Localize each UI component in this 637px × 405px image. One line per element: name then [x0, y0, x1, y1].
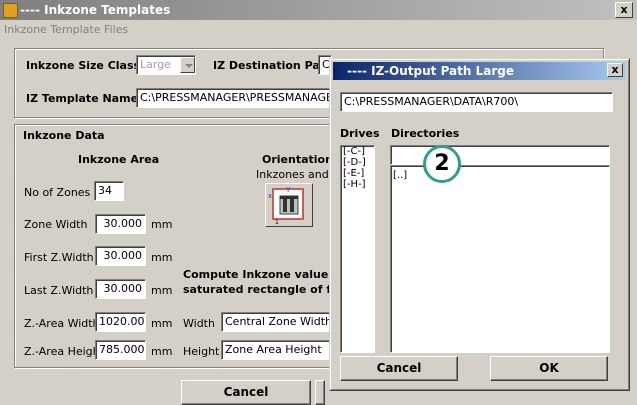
window-title: ---- Inkzone Templates	[20, 3, 171, 17]
app-icon	[3, 3, 18, 18]
dialog-close-button[interactable]: x	[607, 63, 623, 77]
no-of-zones-label: No of Zones	[24, 186, 91, 199]
dialog-ok-label: OK	[539, 361, 559, 375]
orientation-icon: x Y 1	[268, 186, 304, 226]
svg-text:Y: Y	[285, 186, 291, 194]
last-zone-width-field[interactable]: 30.000	[95, 279, 146, 299]
first-zone-width-label: First Z.Width	[24, 251, 94, 264]
zone-width-label: Zone Width	[24, 218, 88, 231]
compute-height-select[interactable]: Zone Area Height	[221, 340, 331, 360]
directories-list[interactable]: [..]	[390, 165, 610, 353]
inkzone-area-label: Inkzone Area	[78, 153, 160, 166]
drive-item-c[interactable]: [-C-]	[341, 146, 374, 157]
dialog-ok-button[interactable]: OK	[490, 356, 608, 381]
output-path-dialog: ---- IZ-Output Path Large x C:\PRESSMANA…	[329, 58, 630, 391]
orientation-label: Orientation	[262, 153, 333, 166]
inkzone-data-label: Inkzone Data	[23, 129, 105, 142]
window-titlebar: ---- Inkzone Templates x	[0, 0, 637, 20]
size-class-label: Inkzone Size Class	[26, 59, 141, 72]
menubar: Inkzone Template Files	[0, 20, 637, 40]
dialog-title: ---- IZ-Output Path Large	[347, 64, 514, 78]
menu-inkzone-template-files[interactable]: Inkzone Template Files	[4, 23, 128, 36]
dialog-titlebar: ---- IZ-Output Path Large x	[333, 62, 626, 80]
area-height-unit: mm	[151, 345, 173, 358]
chevron-down-icon[interactable]	[180, 57, 195, 73]
first-zone-width-field[interactable]: 30.000	[95, 246, 146, 266]
no-of-zones-field[interactable]: 34	[94, 181, 124, 201]
svg-text:1: 1	[275, 219, 279, 226]
dialog-cancel-label: Cancel	[376, 361, 422, 375]
directories-label: Directories	[391, 127, 460, 140]
area-height-label: Z.-Area Height	[24, 345, 104, 358]
compute-text-line1: Compute Inkzone values re	[183, 268, 352, 281]
output-path-field[interactable]: C:\PRESSMANAGER\DATA\R700\	[340, 92, 613, 112]
compute-width-select[interactable]: Central Zone Width	[221, 312, 331, 332]
orientation-thumbnail-button[interactable]: x Y 1	[265, 183, 313, 227]
drives-label: Drives	[340, 127, 380, 140]
area-width-field[interactable]: 1020.000	[95, 312, 146, 332]
drive-item-d[interactable]: [-D-]	[341, 157, 374, 168]
step-badge: 2	[423, 145, 461, 183]
main-cancel-label: Cancel	[223, 385, 269, 399]
first-zone-width-unit: mm	[151, 251, 173, 264]
dest-path-label: IZ Destination Path	[213, 59, 333, 72]
template-name-label: IZ Template Name	[26, 92, 139, 105]
drive-item-h[interactable]: [-H-]	[341, 179, 374, 190]
compute-height-label: Height	[183, 345, 220, 358]
drive-item-e[interactable]: [-E-]	[341, 168, 374, 179]
dialog-cancel-button[interactable]: Cancel	[340, 356, 458, 381]
last-zone-width-label: Last Z.Width	[24, 284, 94, 297]
compute-width-label: Width	[183, 317, 215, 330]
window-close-button[interactable]: x	[615, 2, 633, 18]
last-zone-width-unit: mm	[151, 284, 173, 297]
main-cancel-button[interactable]: Cancel	[181, 380, 311, 405]
main-ok-button-partial[interactable]	[315, 380, 325, 405]
svg-text:x: x	[268, 192, 272, 200]
zone-width-field[interactable]: 30.000	[95, 214, 146, 234]
area-width-unit: mm	[151, 317, 173, 330]
template-name-field[interactable]: C:\PRESSMANAGER\PRESSMANAGERS	[136, 88, 332, 108]
area-height-field[interactable]: 785.000	[95, 340, 146, 360]
zone-width-unit: mm	[151, 218, 173, 231]
area-width-label: Z.-Area Width	[24, 317, 100, 330]
drives-list[interactable]: [-C-] [-D-] [-E-] [-H-]	[340, 145, 375, 353]
